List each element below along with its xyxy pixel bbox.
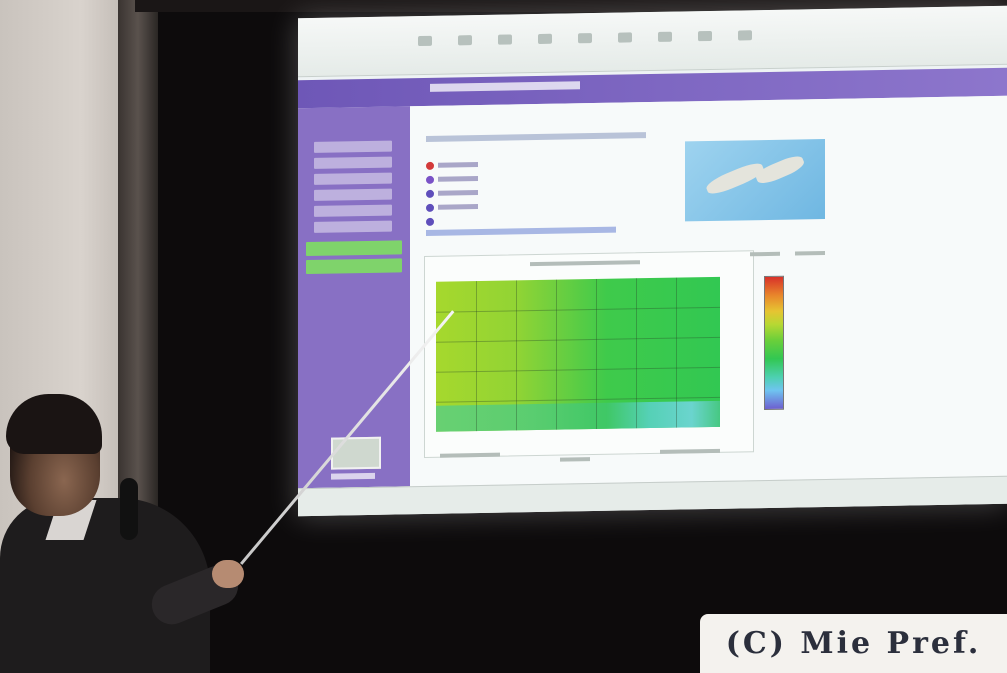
sidebar-item[interactable]: [314, 140, 392, 153]
gridline: [596, 278, 597, 429]
gridline: [636, 278, 637, 429]
sidebar-item[interactable]: [314, 156, 392, 169]
heatmap-lower-band: [436, 400, 720, 432]
scale-label: [795, 250, 825, 256]
gridline: [516, 280, 517, 431]
sidebar-item[interactable]: [314, 188, 392, 201]
sidebar-item[interactable]: [314, 172, 392, 185]
browser-toolbar: [298, 5, 1007, 78]
toolbar-icon: [618, 32, 632, 43]
legend-marker: [426, 189, 434, 198]
map-landmass: [753, 152, 807, 187]
toolbar-icon: [698, 30, 712, 42]
toolbar-icon: [418, 35, 432, 47]
copyright-watermark: (C) Mie Pref.: [700, 614, 1007, 673]
presenter-hand: [212, 560, 244, 588]
gridline: [476, 281, 477, 432]
presentation-photo: (C) Mie Pref.: [0, 0, 1007, 673]
scale-label: [750, 251, 780, 257]
toolbar-icon: [578, 33, 592, 44]
toolbar-icon: [658, 31, 672, 42]
legend-label: [438, 204, 478, 210]
legend-marker: [426, 203, 434, 212]
legend-marker: [426, 217, 434, 226]
legend-label: [438, 176, 478, 182]
axis-label: [560, 457, 590, 462]
legend-marker: [426, 161, 434, 170]
toolbar-icon: [458, 35, 472, 46]
thumbnail-caption: [331, 472, 375, 480]
legend-label: [438, 162, 478, 168]
wall-pillar: [118, 0, 158, 560]
legend-marker: [426, 175, 434, 184]
sidebar-item-active[interactable]: [306, 258, 402, 275]
gridline: [676, 277, 677, 428]
main-content: [410, 95, 1007, 487]
sidebar-item[interactable]: [314, 220, 392, 233]
sidebar-item[interactable]: [314, 204, 392, 217]
color-scale-bar: [764, 275, 784, 411]
microphone: [120, 478, 138, 540]
legend-label: [438, 190, 478, 196]
gridline: [556, 279, 557, 430]
sidebar-item-active[interactable]: [306, 240, 402, 257]
axis-label: [660, 448, 720, 454]
toolbar-icon: [538, 33, 552, 44]
section-heading: [426, 132, 646, 142]
toolbar-icon: [498, 34, 512, 45]
chart-link[interactable]: [426, 226, 616, 236]
map-inset[interactable]: [685, 138, 825, 222]
thumbnail-image[interactable]: [331, 436, 381, 470]
toolbar-icon: [738, 30, 752, 41]
axis-label: [440, 452, 500, 458]
projection-screen: [298, 5, 1007, 517]
